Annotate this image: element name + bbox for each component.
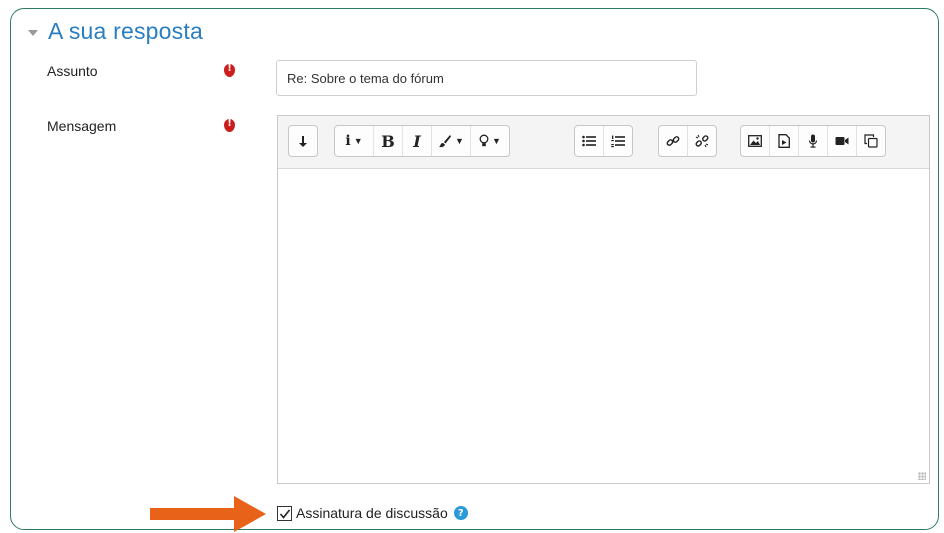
media-file-icon	[778, 134, 790, 148]
discussion-signature-row: Assinatura de discussão ?	[277, 505, 468, 521]
subject-label: Assunto	[47, 63, 98, 79]
copy-icon	[864, 134, 878, 148]
toolbar-group-lists	[574, 125, 633, 157]
microphone-icon	[808, 134, 818, 148]
section-header[interactable]: A sua resposta	[28, 18, 203, 45]
unlink-button[interactable]	[687, 126, 716, 156]
numbered-list-icon	[611, 135, 625, 147]
video-icon	[835, 137, 849, 145]
checkmark-icon	[279, 509, 291, 519]
image-icon	[748, 135, 762, 147]
discussion-signature-label[interactable]: Assinatura de discussão	[296, 505, 448, 521]
help-icon[interactable]: ?	[453, 506, 468, 520]
section-title: A sua resposta	[48, 18, 203, 44]
toolbar-group-toggle	[288, 125, 318, 157]
editor-toolbar: i ▼ B I ▼ ▼	[278, 116, 929, 169]
toggle-toolbar-icon[interactable]	[289, 126, 317, 156]
arrow-icon	[150, 496, 266, 532]
discussion-signature-checkbox[interactable]	[277, 505, 292, 521]
italic-button[interactable]: I	[402, 126, 431, 156]
chevron-down-icon[interactable]	[28, 29, 38, 36]
paragraph-style-icon: i	[345, 133, 351, 149]
more-formatting-button[interactable]: ▼	[470, 126, 509, 156]
resize-handle[interactable]	[918, 472, 926, 480]
toolbar-group-media	[740, 125, 886, 157]
message-editor: i ▼ B I ▼ ▼	[277, 115, 930, 484]
bulleted-list-icon	[582, 135, 596, 147]
unlink-icon	[695, 134, 709, 148]
media-button[interactable]	[769, 126, 798, 156]
link-button[interactable]	[659, 126, 687, 156]
brush-icon	[439, 135, 452, 148]
lightbulb-icon	[479, 134, 489, 147]
message-textarea[interactable]	[278, 169, 929, 483]
bulleted-list-button[interactable]	[575, 126, 603, 156]
link-icon	[666, 136, 680, 146]
image-button[interactable]	[741, 126, 769, 156]
font-color-button[interactable]: ▼	[431, 126, 470, 156]
record-audio-button[interactable]	[798, 126, 827, 156]
bold-icon: B	[381, 131, 395, 151]
numbered-list-button[interactable]	[603, 126, 632, 156]
italic-icon: I	[413, 131, 421, 151]
paragraph-style-button[interactable]: i ▼	[335, 126, 373, 156]
subject-input[interactable]: Re: Sobre o tema do fórum	[276, 60, 697, 96]
bold-button[interactable]: B	[373, 126, 402, 156]
record-video-button[interactable]	[827, 126, 856, 156]
manage-files-button[interactable]	[856, 126, 885, 156]
toolbar-group-format: i ▼ B I ▼ ▼	[334, 125, 510, 157]
toolbar-group-links	[658, 125, 717, 157]
message-label: Mensagem	[47, 118, 117, 134]
